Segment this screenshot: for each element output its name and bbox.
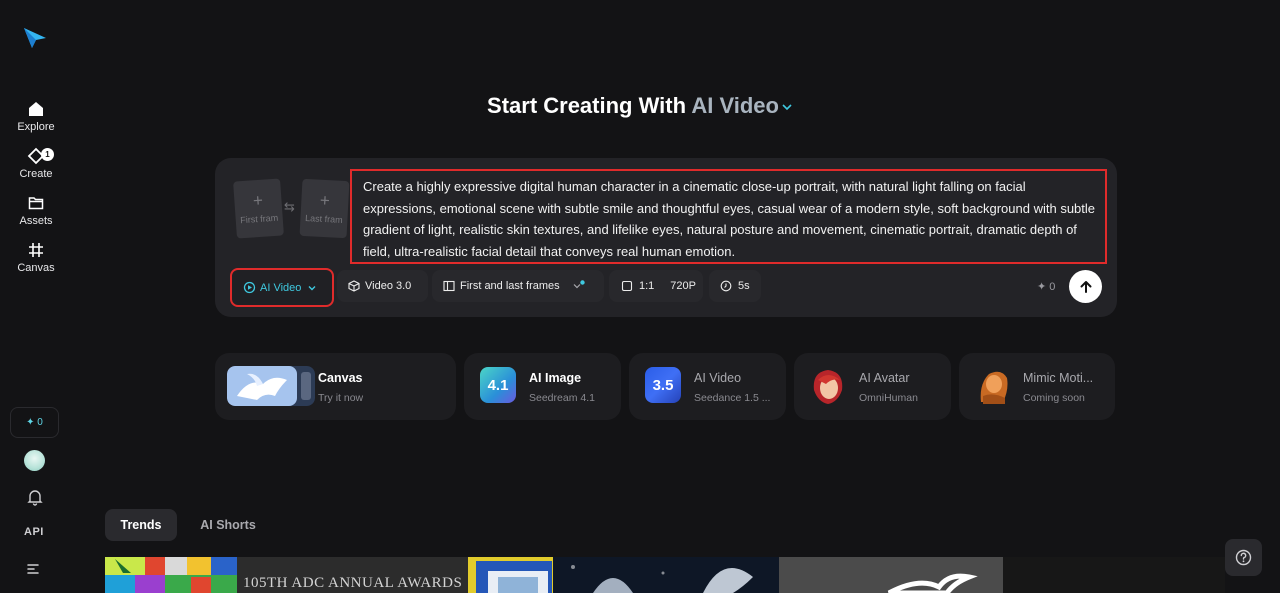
ratio-label: 1:1 xyxy=(639,280,655,292)
tab-ai-shorts[interactable]: AI Shorts xyxy=(189,509,267,541)
folder-icon xyxy=(26,193,46,213)
gallery-thumbnail xyxy=(105,557,237,593)
question-icon xyxy=(1235,549,1252,566)
sidebar-item-canvas[interactable]: Canvas xyxy=(0,240,72,274)
gallery-award-text: 105TH ADC ANNUAL AWARDS xyxy=(243,575,463,591)
frames-select-button[interactable]: First and last frames xyxy=(432,270,604,302)
frames-select-label: First and last frames xyxy=(460,280,560,292)
create-badge: 1 xyxy=(41,148,54,161)
create-icon: 1 xyxy=(26,146,54,166)
tool-card-ai-video[interactable]: 3.5 AI Video Seedance 1.5 ... xyxy=(629,353,786,420)
help-button[interactable] xyxy=(1225,539,1262,576)
gallery-thumbnail xyxy=(553,557,779,593)
gallery-item[interactable] xyxy=(553,557,779,593)
chevron-down-icon xyxy=(782,104,792,111)
mode-dropdown[interactable]: AI Video xyxy=(691,93,793,118)
tool-card-subtitle: Try it now xyxy=(318,392,364,404)
sidebar-item-label: Create xyxy=(19,168,53,180)
last-frame-upload[interactable]: + Last fram xyxy=(299,178,350,239)
ratio-icon xyxy=(621,280,633,292)
menu-icon[interactable] xyxy=(27,563,41,575)
ratio-quality-button[interactable]: 1:1 720P xyxy=(609,270,703,302)
api-link[interactable]: API xyxy=(24,526,44,538)
tool-card-ai-avatar[interactable]: AI Avatar OmniHuman xyxy=(794,353,951,420)
cube-icon xyxy=(348,280,360,292)
sidebar-item-label: Canvas xyxy=(17,262,55,274)
seedream-thumbnail-icon: 4.1 xyxy=(480,367,516,403)
bell-icon[interactable] xyxy=(26,488,44,506)
tool-card-subtitle: Coming soon xyxy=(1023,392,1085,404)
arrow-up-icon xyxy=(1080,280,1091,293)
cost-credits: ✦ 0 xyxy=(1037,281,1056,293)
sidebar: Explore 1 Create Assets Canvas ✦ 0 API xyxy=(0,0,72,593)
tool-card-subtitle: Seedream 4.1 xyxy=(529,392,595,404)
tool-card-ai-image[interactable]: 4.1 AI Image Seedream 4.1 xyxy=(464,353,621,420)
credits-badge[interactable]: ✦ 0 xyxy=(10,407,59,438)
tool-card-title: AI Image xyxy=(529,371,582,385)
tab-trends[interactable]: Trends xyxy=(105,509,177,541)
page-title-prefix: Start Creating With xyxy=(487,93,687,118)
gallery-item[interactable] xyxy=(105,557,237,593)
tool-card-subtitle: Seedance 1.5 ... xyxy=(694,392,771,404)
first-frame-label: First fram xyxy=(239,212,279,225)
sidebar-item-create[interactable]: 1 Create xyxy=(0,146,72,180)
mode-select-label: AI Video xyxy=(260,281,302,294)
quality-label: 720P xyxy=(670,280,696,292)
last-frame-label: Last fram xyxy=(304,212,343,225)
sidebar-item-label: Assets xyxy=(19,215,53,227)
gallery-thumbnail xyxy=(468,557,553,593)
tool-card-title: AI Video xyxy=(694,371,742,385)
sidebar-item-label: Explore xyxy=(17,121,55,133)
gallery-thumbnail xyxy=(779,557,1003,593)
duration-label: 5s xyxy=(738,280,750,292)
gallery-item[interactable] xyxy=(1003,557,1225,593)
swap-icon[interactable]: ⇆ xyxy=(284,199,295,215)
gallery-item[interactable] xyxy=(468,557,553,593)
tool-card-canvas[interactable]: Canvas Try it now xyxy=(215,353,456,420)
mimic-thumbnail-icon xyxy=(980,371,1008,404)
plus-icon: + xyxy=(252,190,264,210)
model-select-button[interactable]: Video 3.0 xyxy=(337,270,428,302)
video-mode-icon xyxy=(243,281,256,294)
logo-icon[interactable] xyxy=(22,24,48,50)
new-dot-icon xyxy=(579,279,585,285)
mode-select-button[interactable]: AI Video xyxy=(230,268,334,307)
pegasus-thumbnail-icon xyxy=(227,366,315,406)
tool-card-title: Canvas xyxy=(318,371,363,385)
sidebar-item-assets[interactable]: Assets xyxy=(0,193,72,227)
avatar[interactable] xyxy=(24,450,45,471)
frames-icon xyxy=(443,280,455,292)
clock-icon xyxy=(720,280,732,292)
first-frame-upload[interactable]: + First fram xyxy=(233,178,284,239)
avatar-thumbnail-icon xyxy=(813,370,843,404)
tool-card-subtitle: OmniHuman xyxy=(859,392,918,404)
gallery-item[interactable]: 105TH ADC ANNUAL AWARDS xyxy=(237,557,468,593)
chevron-down-icon xyxy=(308,285,316,290)
gallery-item[interactable] xyxy=(779,557,1003,593)
page-title: Start Creating With AI Video xyxy=(0,93,1280,119)
tool-card-title: AI Avatar xyxy=(859,371,910,385)
plus-icon: + xyxy=(319,190,331,210)
prompt-input[interactable]: Create a highly expressive digital human… xyxy=(350,169,1107,264)
canvas-icon xyxy=(26,240,46,260)
model-select-label: Video 3.0 xyxy=(365,280,412,292)
tool-card-title: Mimic Moti... xyxy=(1023,371,1094,385)
tool-card-mimic-motion[interactable]: Mimic Moti... Coming soon xyxy=(959,353,1115,420)
mode-dropdown-label: AI Video xyxy=(691,93,779,118)
send-button[interactable] xyxy=(1069,270,1102,303)
seedance-thumbnail-icon: 3.5 xyxy=(645,367,681,403)
duration-button[interactable]: 5s xyxy=(709,270,761,302)
